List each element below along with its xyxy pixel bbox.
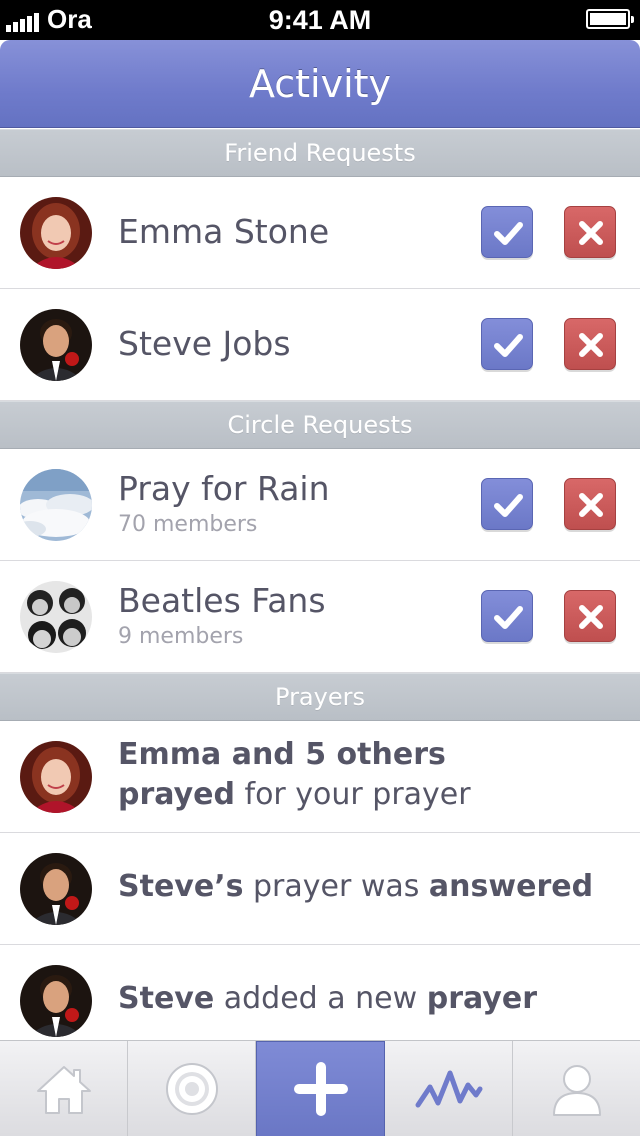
- page-title: Activity: [248, 62, 392, 106]
- prayer-activity-row[interactable]: Steve’s prayer was answered: [0, 833, 640, 945]
- prayer-activity-text: Steve added a new prayer: [118, 979, 537, 1019]
- prayer-activity-row[interactable]: Emma and 5 others prayed for your prayer: [0, 721, 640, 833]
- home-icon: [36, 1066, 91, 1114]
- friend-name: Emma Stone: [118, 212, 330, 251]
- section-header-friend-requests: Friend Requests: [0, 129, 640, 177]
- check-icon: [494, 222, 523, 245]
- profile-icon: [552, 1065, 601, 1116]
- prayer-actor: Steve’s: [118, 869, 244, 904]
- close-icon: [579, 493, 603, 517]
- accept-button[interactable]: [481, 206, 533, 258]
- prayer-actor: Emma and 5 others: [118, 737, 446, 772]
- circle-name: Pray for Rain: [118, 469, 330, 508]
- close-icon: [579, 605, 603, 629]
- prayer-object: prayer: [426, 981, 538, 1016]
- close-icon: [579, 333, 603, 357]
- circle-member-count: 70 members: [118, 512, 258, 537]
- plus-icon: [293, 1062, 348, 1116]
- tab-activity[interactable]: [385, 1041, 513, 1136]
- tab-bar: [0, 1040, 640, 1136]
- decline-button[interactable]: [564, 318, 616, 370]
- tab-profile[interactable]: [513, 1041, 640, 1136]
- beatles-avatar: [20, 581, 92, 653]
- circle-request-row[interactable]: Beatles Fans 9 members: [0, 561, 640, 673]
- activity-icon: [415, 1070, 482, 1108]
- steve-avatar: [20, 965, 92, 1037]
- battery-icon: [586, 9, 634, 29]
- prayer-verb: prayed: [118, 777, 235, 812]
- decline-button[interactable]: [564, 478, 616, 530]
- accept-button[interactable]: [481, 590, 533, 642]
- decline-button[interactable]: [564, 206, 616, 258]
- check-icon: [494, 494, 523, 517]
- steve-avatar: [20, 853, 92, 925]
- accept-button[interactable]: [481, 478, 533, 530]
- clouds-avatar: [20, 469, 92, 541]
- prayer-activity-text: Emma and 5 others prayed for your prayer: [118, 735, 471, 815]
- friend-request-row[interactable]: Emma Stone: [0, 177, 640, 289]
- section-header-prayers: Prayers: [0, 673, 640, 721]
- prayer-status: answered: [428, 869, 594, 904]
- steve-avatar: [20, 309, 92, 381]
- circle-name: Beatles Fans: [118, 581, 326, 620]
- emma-avatar: [20, 741, 92, 813]
- status-bar: Ora 9:41 AM: [0, 0, 640, 40]
- section-header-circle-requests: Circle Requests: [0, 401, 640, 449]
- tab-home[interactable]: [0, 1041, 128, 1136]
- close-icon: [579, 221, 603, 245]
- prayer-rest: for your prayer: [234, 777, 471, 812]
- circle-member-count: 9 members: [118, 624, 244, 649]
- friend-name: Steve Jobs: [118, 324, 291, 363]
- circle-request-row[interactable]: Pray for Rain 70 members: [0, 449, 640, 561]
- check-icon: [494, 334, 523, 357]
- prayer-activity-text: Steve’s prayer was answered: [118, 867, 593, 907]
- decline-button[interactable]: [564, 590, 616, 642]
- check-icon: [494, 606, 523, 629]
- navigation-bar: Activity: [0, 40, 640, 128]
- status-time: 9:41 AM: [268, 5, 372, 35]
- target-icon: [165, 1063, 218, 1115]
- emma-avatar: [20, 197, 92, 269]
- prayer-actor: Steve: [118, 981, 215, 1016]
- prayer-rest: prayer was: [243, 869, 429, 904]
- accept-button[interactable]: [481, 318, 533, 370]
- tab-add[interactable]: [256, 1041, 385, 1136]
- friend-request-row[interactable]: Steve Jobs: [0, 289, 640, 401]
- tab-circles[interactable]: [128, 1041, 256, 1136]
- prayer-rest: added a new: [214, 981, 427, 1016]
